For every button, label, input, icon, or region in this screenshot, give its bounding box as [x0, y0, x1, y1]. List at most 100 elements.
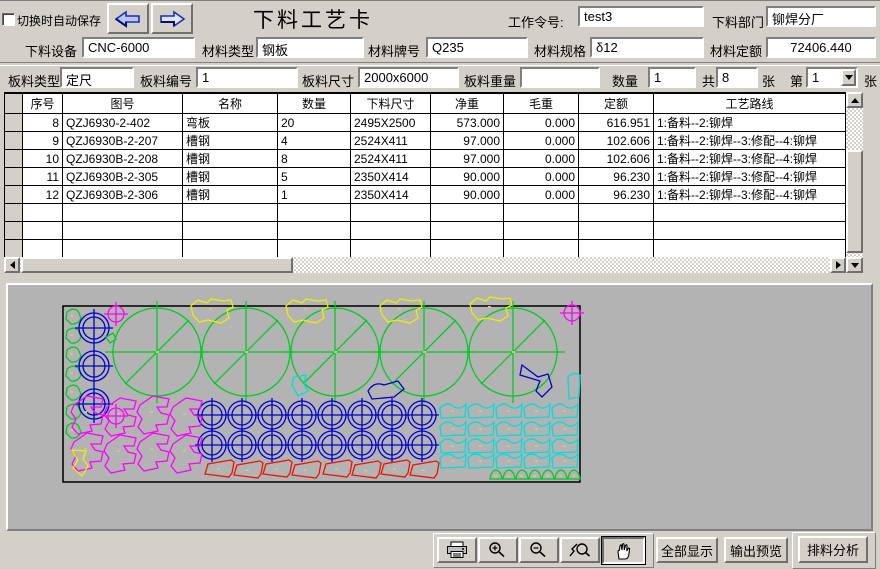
table-cell[interactable]: QZJ6930B-2-305	[63, 168, 183, 186]
scroll-left-button[interactable]	[4, 257, 20, 273]
table-cell[interactable]: QZJ6930B-2-207	[63, 132, 183, 150]
table-cell[interactable]	[504, 222, 579, 240]
table-cell[interactable]	[278, 204, 351, 222]
table-row-empty[interactable]	[5, 222, 846, 240]
table-cell[interactable]	[504, 204, 579, 222]
row-selector[interactable]	[5, 240, 23, 258]
table-cell[interactable]	[63, 222, 183, 240]
table-cell[interactable]: 11	[23, 168, 63, 186]
table-cell[interactable]	[278, 222, 351, 240]
table-cell[interactable]: 97.000	[431, 132, 504, 150]
table-cell[interactable]: QZJ6930B-2-306	[63, 186, 183, 204]
row-selector[interactable]	[5, 150, 23, 168]
table-cell[interactable]: 1:备料--2:铆焊--3:修配--4:铆焊	[654, 186, 846, 204]
pan-button[interactable]	[602, 537, 645, 564]
table-cell[interactable]	[654, 222, 846, 240]
plate-weight-input[interactable]	[520, 67, 600, 88]
table-cell[interactable]: 2524X411	[351, 150, 431, 168]
table-cell[interactable]	[278, 240, 351, 258]
table-cell[interactable]: 5	[278, 168, 351, 186]
table-row-empty[interactable]	[5, 240, 846, 258]
material-spec-input[interactable]: δ12	[590, 37, 704, 58]
table-cell[interactable]: 0.000	[504, 186, 579, 204]
table-cell[interactable]: 96.230	[579, 168, 654, 186]
prev-sheet-button[interactable]	[107, 3, 149, 34]
table-cell[interactable]	[431, 222, 504, 240]
department-input[interactable]: 铆焊分厂	[766, 6, 876, 27]
table-cell[interactable]: 102.606	[579, 150, 654, 168]
plate-type-input[interactable]: 定尺	[60, 67, 134, 88]
table-cell[interactable]: 槽钢	[183, 132, 278, 150]
table-cell[interactable]: 573.000	[431, 114, 504, 132]
table-row[interactable]: 9QZJ6930B-2-207槽钢42524X41197.0000.000102…	[5, 132, 846, 150]
table-cell[interactable]: 9	[23, 132, 63, 150]
table-cell[interactable]: 0.000	[504, 150, 579, 168]
total-sheets-input[interactable]: 8	[716, 67, 758, 88]
table-cell[interactable]	[431, 204, 504, 222]
table-cell[interactable]: 8	[23, 114, 63, 132]
table-cell[interactable]	[23, 204, 63, 222]
table-cell[interactable]: 97.000	[431, 150, 504, 168]
table-cell[interactable]	[351, 204, 431, 222]
table-cell[interactable]: 槽钢	[183, 186, 278, 204]
table-cell[interactable]: 弯板	[183, 114, 278, 132]
table-row[interactable]: 10QZJ6930B-2-208槽钢82524X41197.0000.00010…	[5, 150, 846, 168]
scroll-right-button[interactable]	[830, 257, 846, 273]
row-selector[interactable]	[5, 186, 23, 204]
table-cell[interactable]	[579, 240, 654, 258]
table-cell[interactable]: 1:备料--2:铆焊--3:修配--4:铆焊	[654, 168, 846, 186]
table-cell[interactable]	[654, 240, 846, 258]
row-selector[interactable]	[5, 204, 23, 222]
table-cell[interactable]: QZJ6930B-2-208	[63, 150, 183, 168]
nesting-preview-panel[interactable]	[6, 283, 873, 531]
table-cell[interactable]: 0.000	[504, 132, 579, 150]
table-cell[interactable]	[351, 240, 431, 258]
next-sheet-button[interactable]	[151, 3, 193, 34]
table-cell[interactable]: QZJ6930-2-402	[63, 114, 183, 132]
table-cell[interactable]	[23, 222, 63, 240]
table-cell[interactable]: 12	[23, 186, 63, 204]
table-cell[interactable]: 1	[278, 186, 351, 204]
table-cell[interactable]	[63, 204, 183, 222]
horizontal-scrollbar[interactable]	[4, 257, 846, 273]
table-cell[interactable]	[579, 222, 654, 240]
material-type-input[interactable]: 钢板	[256, 37, 364, 58]
table-cell[interactable]: 1:备料--2:铆焊--3:修配--4:铆焊	[654, 150, 846, 168]
zoom-out-button[interactable]	[519, 537, 559, 563]
table-cell[interactable]: 0.000	[504, 168, 579, 186]
table-row[interactable]: 11QZJ6930B-2-305槽钢52350X41490.0000.00096…	[5, 168, 846, 186]
table-row[interactable]: 8QZJ6930-2-402弯板202495X2500573.0000.0006…	[5, 114, 846, 132]
table-cell[interactable]: 96.230	[579, 186, 654, 204]
table-cell[interactable]: 2350X414	[351, 168, 431, 186]
table-cell[interactable]: 8	[278, 150, 351, 168]
table-cell[interactable]	[23, 240, 63, 258]
scroll-down-button[interactable]	[846, 257, 863, 273]
table-cell[interactable]: 1:备料--2:铆焊--3:修配--4:铆焊	[654, 132, 846, 150]
plate-no-input[interactable]: 1	[196, 67, 298, 88]
vertical-scrollbar[interactable]	[846, 92, 863, 273]
table-cell[interactable]	[183, 204, 278, 222]
table-cell[interactable]: 槽钢	[183, 150, 278, 168]
table-cell[interactable]: 102.606	[579, 132, 654, 150]
table-cell[interactable]: 10	[23, 150, 63, 168]
table-cell[interactable]: 2350X414	[351, 186, 431, 204]
table-cell[interactable]	[654, 204, 846, 222]
row-selector[interactable]	[5, 168, 23, 186]
table-cell[interactable]	[351, 222, 431, 240]
table-cell[interactable]: 槽钢	[183, 168, 278, 186]
scroll-up-button[interactable]	[846, 92, 863, 108]
device-input[interactable]: CNC-6000	[82, 37, 195, 58]
material-quota-input[interactable]: 72406.440	[766, 37, 876, 58]
plate-size-input[interactable]: 2000x6000	[358, 67, 459, 88]
table-cell[interactable]	[63, 240, 183, 258]
nesting-analysis-button[interactable]: 排料分析	[798, 536, 868, 563]
vertical-scroll-thumb[interactable]	[846, 150, 863, 253]
table-cell[interactable]: 1:备料--2:铆焊	[654, 114, 846, 132]
table-cell[interactable]	[183, 222, 278, 240]
table-cell[interactable]	[504, 240, 579, 258]
autosave-checkbox[interactable]	[2, 13, 15, 26]
row-selector[interactable]	[5, 132, 23, 150]
table-cell[interactable]: 90.000	[431, 168, 504, 186]
print-button[interactable]	[437, 537, 477, 563]
table-cell[interactable]: 2495X2500	[351, 114, 431, 132]
